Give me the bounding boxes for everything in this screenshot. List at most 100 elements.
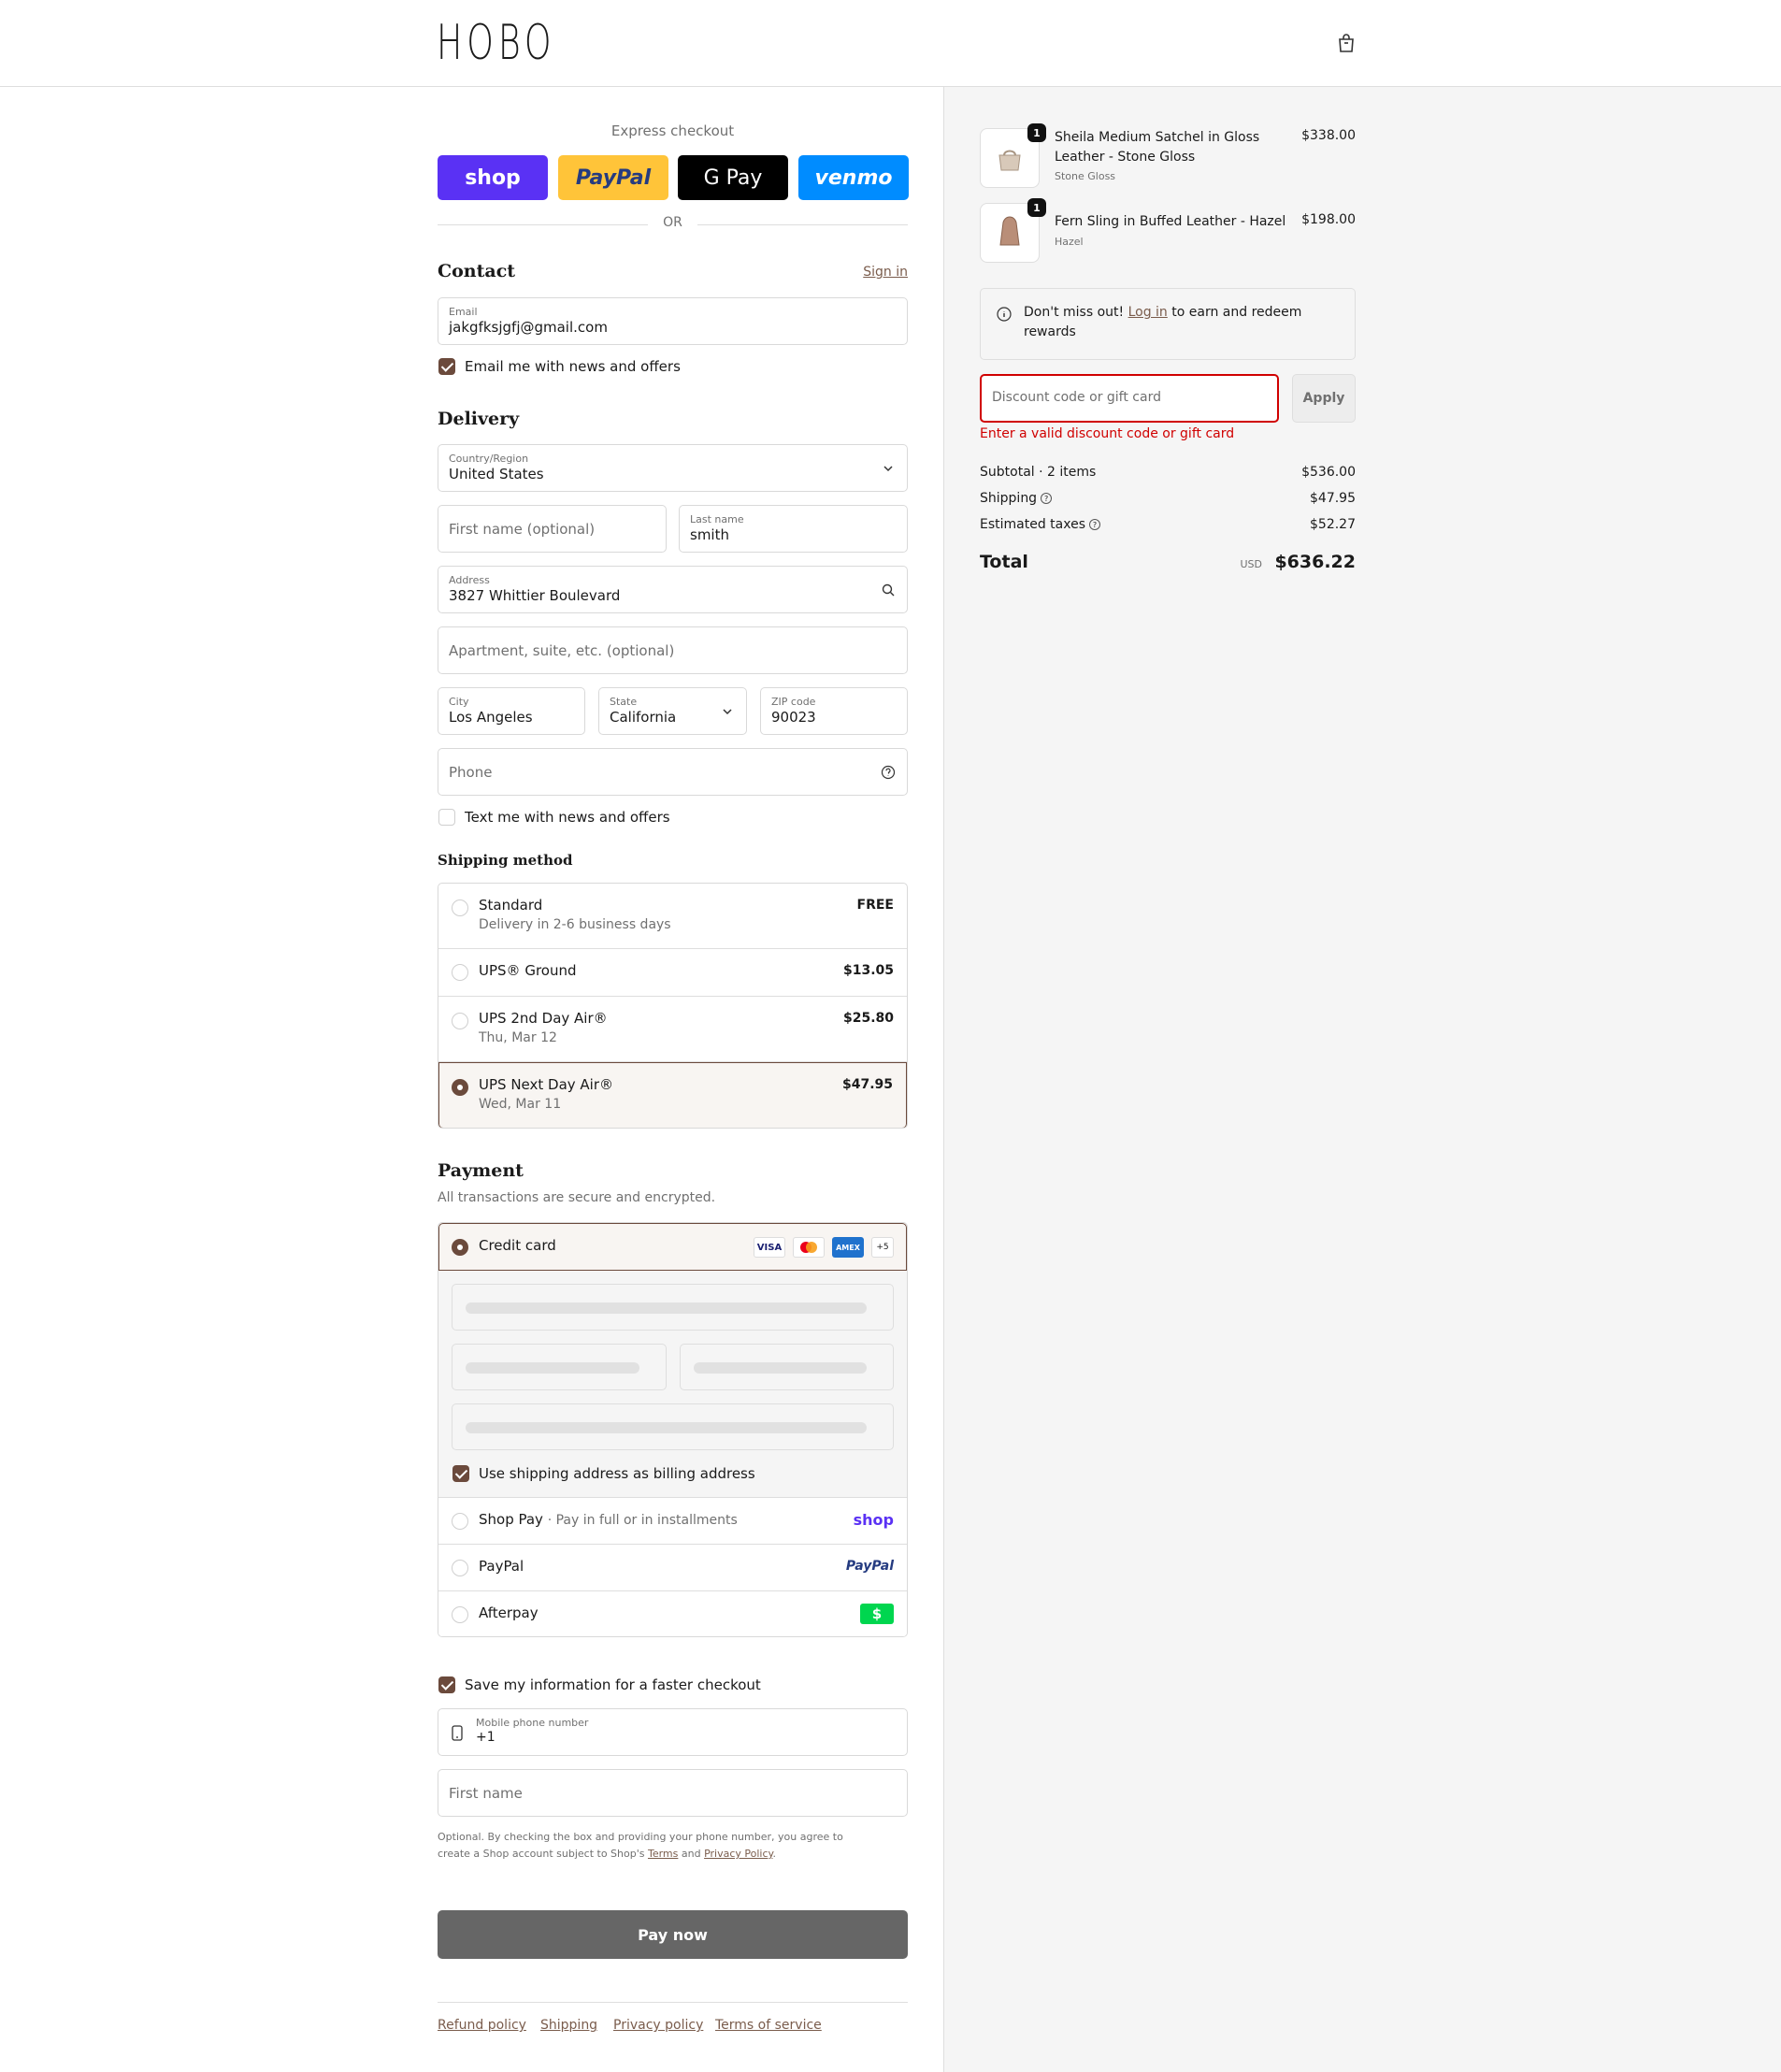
radio-button[interactable] — [452, 899, 468, 916]
expiry-field[interactable] — [452, 1344, 667, 1390]
discount-input[interactable]: Discount code or gift card — [980, 374, 1279, 423]
item-name-line1: Sheila Medium Satchel in Gloss — [1055, 130, 1260, 145]
phone-field[interactable]: Phone — [438, 748, 908, 796]
express-checkout-title: Express checkout — [610, 122, 735, 139]
legal-text: create a Shop account subject to Shop's — [438, 1848, 645, 1860]
cart-item: 1 Fern Sling in Buffed Leather - Hazel H… — [980, 198, 1356, 263]
chevron-down-icon — [723, 709, 732, 715]
option-name: UPS® Ground — [479, 962, 577, 979]
sign-in-link[interactable]: Sign in — [863, 265, 908, 280]
radio-button[interactable] — [452, 1513, 468, 1530]
rewards-text-3: rewards — [1024, 324, 1076, 339]
subtotal-value: $536.00 — [1301, 465, 1356, 480]
apartment-field[interactable]: Apartment, suite, etc. (optional) — [438, 626, 908, 674]
privacy-policy-link[interactable]: Privacy policy — [613, 2018, 703, 2033]
afterpay-option[interactable]: Afterpay $ — [438, 1590, 907, 1636]
shipping-label: Shipping — [980, 491, 1038, 506]
radio-button-selected[interactable] — [452, 1079, 468, 1096]
shopping-bag-icon[interactable] — [1335, 32, 1357, 54]
card-form: Use shipping address as billing address — [438, 1271, 907, 1497]
mobile-phone-field[interactable]: Mobile phone number +1 — [438, 1708, 908, 1756]
help-icon[interactable]: ? — [1041, 493, 1053, 504]
radio-button[interactable] — [452, 1560, 468, 1576]
shipping-option-ups-ground[interactable]: UPS® Ground $13.05 — [438, 949, 907, 997]
cash-app-icon: $ — [860, 1604, 894, 1624]
option-sub: Delivery in 2-6 business days — [479, 917, 671, 932]
zip-field[interactable]: ZIP code 90023 — [760, 687, 908, 735]
brand-logo[interactable]: HOBO — [437, 15, 555, 71]
first-name-placeholder: First name — [449, 1785, 523, 1802]
option-name: UPS Next Day Air® — [479, 1076, 614, 1093]
terms-of-service-link[interactable]: Terms of service — [715, 2018, 822, 2033]
shipping-value: $47.95 — [1310, 491, 1356, 506]
shipping-row: Shipping? $47.95 — [980, 491, 1356, 506]
total-label: Total — [980, 552, 1028, 572]
apply-button[interactable]: Apply — [1292, 374, 1356, 423]
header: HOBO — [0, 0, 1781, 87]
phone-placeholder: Phone — [449, 764, 493, 781]
address-field[interactable]: Address 3827 Whittier Boulevard — [438, 566, 908, 613]
shipping-option-standard[interactable]: Standard Delivery in 2-6 business days F… — [438, 884, 907, 949]
venmo-button[interactable]: venmo — [798, 155, 909, 200]
option-price: $13.05 — [842, 963, 894, 978]
card-number-field[interactable] — [452, 1284, 894, 1331]
shop-pay-button[interactable]: shop — [438, 155, 548, 200]
city-field[interactable]: City Los Angeles — [438, 687, 585, 735]
help-icon[interactable] — [881, 765, 896, 780]
taxes-value: $52.27 — [1310, 517, 1356, 532]
amex-icon: AMEX — [832, 1237, 864, 1258]
item-name: Fern Sling in Buffed Leather - Hazel — [1055, 214, 1286, 229]
shop-pay-option[interactable]: Shop Pay · Pay in full or in installment… — [438, 1497, 907, 1544]
terms-link[interactable]: Terms — [648, 1848, 678, 1860]
country-select[interactable]: Country/Region United States — [438, 444, 908, 492]
paypal-button[interactable]: PayPal — [558, 155, 668, 200]
email-news-label: Email me with news and offers — [465, 358, 681, 375]
shipping-option-ups-next-day[interactable]: UPS Next Day Air® Wed, Mar 11 $47.95 — [438, 1062, 907, 1128]
quantity-badge: 1 — [1027, 198, 1046, 217]
country-value: United States — [449, 466, 544, 482]
pay-now-button[interactable]: Pay now — [438, 1910, 908, 1959]
security-code-field[interactable] — [680, 1344, 894, 1390]
shipping-link[interactable]: Shipping — [540, 2018, 597, 2033]
rewards-banner: Don't miss out! Log in to earn and redee… — [980, 288, 1356, 360]
shop-first-name-field[interactable]: First name — [438, 1769, 908, 1817]
first-name-field[interactable]: First name (optional) — [438, 505, 667, 553]
radio-button[interactable] — [452, 1013, 468, 1029]
privacy-policy-link[interactable]: Privacy Policy — [704, 1848, 772, 1860]
help-icon[interactable]: ? — [1089, 519, 1101, 530]
email-value: jakgfksjgfj@gmail.com — [449, 319, 608, 336]
save-info-label: Save my information for a faster checkou… — [465, 1676, 761, 1693]
credit-card-option[interactable]: Credit card VISA AMEX +5 — [438, 1223, 907, 1271]
item-variant: Hazel — [1055, 236, 1084, 248]
email-news-checkbox[interactable] — [438, 358, 455, 375]
email-field[interactable]: Email jakgfksjgfj@gmail.com — [438, 297, 908, 345]
refund-policy-link[interactable]: Refund policy — [438, 2018, 526, 2033]
radio-button-selected[interactable] — [452, 1239, 468, 1256]
rewards-text: Don't miss out! — [1024, 305, 1125, 320]
contact-heading: Contact — [438, 261, 516, 281]
billing-checkbox[interactable] — [452, 1465, 469, 1482]
currency-label: USD — [1240, 558, 1262, 570]
name-on-card-field[interactable] — [452, 1403, 894, 1450]
shipping-option-ups-2nd-day[interactable]: UPS 2nd Day Air® Thu, Mar 12 $25.80 — [438, 997, 907, 1062]
radio-button[interactable] — [452, 1606, 468, 1623]
legal-and: and — [681, 1848, 701, 1860]
option-price: $47.95 — [841, 1077, 893, 1092]
rewards-login-link[interactable]: Log in — [1128, 305, 1168, 320]
radio-button[interactable] — [452, 964, 468, 981]
visa-icon: VISA — [754, 1237, 785, 1258]
state-label: State — [610, 696, 638, 708]
paypal-option[interactable]: PayPal PayPal — [438, 1544, 907, 1590]
mobile-label: Mobile phone number — [476, 1717, 589, 1729]
state-select[interactable]: State California — [598, 687, 747, 735]
credit-card-label: Credit card — [479, 1237, 556, 1254]
zip-label: ZIP code — [771, 696, 816, 708]
delivery-heading: Delivery — [438, 409, 520, 429]
paypal-logo: PayPal — [575, 165, 652, 190]
last-name-field[interactable]: Last name smith — [679, 505, 908, 553]
shop-logo: shop — [853, 1511, 894, 1529]
item-variant: Stone Gloss — [1055, 170, 1116, 182]
save-info-checkbox[interactable] — [438, 1676, 455, 1693]
google-pay-button[interactable]: G Pay — [678, 155, 788, 200]
text-news-checkbox[interactable] — [438, 809, 455, 826]
